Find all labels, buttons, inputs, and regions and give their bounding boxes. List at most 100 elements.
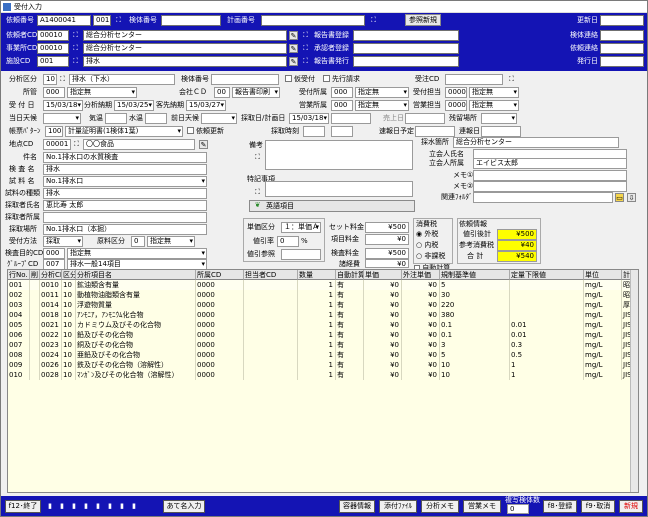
bunseki-noki-field[interactable]: 15/03/25 xyxy=(114,100,154,111)
saishu-jikoku-field[interactable] xyxy=(303,126,325,137)
saishubi-field[interactable]: 15/03/18 xyxy=(289,113,329,124)
table-row[interactable]: 006 0022 10 鉛及びその化合物 0000 1 有 ¥0 ¥0 0.1 0.01 mg/L JI… xyxy=(8,330,638,340)
shonin-field[interactable] xyxy=(353,43,459,54)
eigo-button[interactable]: 英語項目 xyxy=(249,200,415,212)
chiten-name-field[interactable]: 〇〇食品 xyxy=(83,139,195,150)
f-key-button-1[interactable]: ▮ xyxy=(45,500,55,513)
eigyo-memo-button[interactable]: 営業メモ xyxy=(463,500,501,513)
table-row[interactable]: 003001410浮遊物質量00001有¥0¥0220mg/L厚生省・建設省 xyxy=(8,300,638,310)
open-icon[interactable]: ⇩ xyxy=(627,193,636,202)
shurui-field[interactable]: 排水 xyxy=(43,188,207,199)
bunseki-name-field[interactable]: 排水（下水） xyxy=(69,74,175,85)
fukusha-field[interactable]: 0 xyxy=(507,504,529,514)
chohyo-select[interactable]: 計量証明書(1検体1葉) xyxy=(65,126,183,137)
edit-icon[interactable]: ✎ xyxy=(199,140,208,149)
table-row[interactable]: 001001010鉱油類含有量00001有¥0¥05mg/L昭和49年環境庁 xyxy=(8,280,638,290)
search-icon[interactable]: ⛶ xyxy=(301,31,310,40)
shiryo-select[interactable]: No.1排水口 xyxy=(43,176,207,187)
atena-button[interactable]: あて名入力 xyxy=(163,500,205,513)
genryo-select[interactable]: 指定無 xyxy=(147,236,195,247)
shinki-button[interactable]: 新規 xyxy=(619,500,643,513)
edit-icon[interactable]: ✎ xyxy=(289,44,298,53)
yoki-button[interactable]: 容器情報 xyxy=(339,500,375,513)
bunseki-cd-field[interactable]: 10 xyxy=(43,74,57,85)
keikaku-no-field[interactable] xyxy=(261,15,365,26)
table-row[interactable]: 005 0021 10 カドミウム及びその化合物 0000 1 有 ¥0 ¥0 0.1 0.01 mg… xyxy=(8,320,638,330)
nebiki-field[interactable]: 0 xyxy=(277,236,299,247)
saishu-basho-field[interactable]: No.1排水口（本掘） xyxy=(43,224,207,235)
binoculars-icon[interactable]: ⛶ xyxy=(253,153,262,162)
uketsuke-cd-field[interactable] xyxy=(445,74,503,85)
search-icon[interactable]: ⛶ xyxy=(71,31,80,40)
tenpu-button[interactable]: 添付ﾌｧｲﾙ xyxy=(379,500,417,513)
tanka-select[interactable]: １：単価Ａ xyxy=(281,222,321,233)
genryo-cd-field[interactable]: 0 xyxy=(131,236,145,247)
table-row[interactable]: 004 0018 10 ｱﾝﾓﾆｱ，ｱﾝﾓﾆｳﾑ化合物 0000 1 有 ¥0 ¥0 380 mg/… xyxy=(8,310,638,320)
sansho-shinki-button[interactable]: 参照新規 xyxy=(405,14,441,26)
checkbox-senko[interactable] xyxy=(323,75,330,82)
f-key-button-6[interactable]: ▮ xyxy=(105,500,115,513)
bunseki-memo-button[interactable]: 分析メモ xyxy=(421,500,459,513)
saishusha-shozoku-field[interactable] xyxy=(43,212,207,223)
search-icon[interactable]: ⛶ xyxy=(71,44,80,53)
kaisha-cd-field[interactable]: 00 xyxy=(214,87,230,98)
tachiai-shozoku-field[interactable]: エイビス太郎 xyxy=(473,158,627,169)
renraku-field[interactable] xyxy=(481,126,521,137)
kyaku-noki-field[interactable]: 15/03/27 xyxy=(186,100,226,111)
binoculars-icon[interactable]: ⛶ xyxy=(58,75,67,84)
table-row[interactable]: 007002310銅及びその化合物00001有¥0¥030.3mg/LJIS K… xyxy=(8,340,638,350)
irai-no-sub-field[interactable]: 001 xyxy=(93,15,111,26)
table-row[interactable]: 008 0024 10 亜鉛及びその化合物 0000 1 有 ¥0 ¥0 5 0.5 mg/L JIS … xyxy=(8,350,638,360)
eigyo-shozoku-select[interactable]: 指定無 xyxy=(355,100,409,111)
uketsuke-shozoku-select[interactable]: 指定無 xyxy=(355,87,409,98)
saishubi-end-field[interactable] xyxy=(331,113,371,124)
checkbox-hokyu[interactable] xyxy=(285,75,292,82)
table-row[interactable]: 002001110動植物油脂類含有量00001有¥0¥030mg/L昭和49年環… xyxy=(8,290,638,300)
edit-icon[interactable]: ✎ xyxy=(289,57,298,66)
radio-soto[interactable]: ◉ 外税 xyxy=(416,229,438,240)
toujitsu-select[interactable] xyxy=(43,113,81,124)
shozoku-cd-field[interactable]: 000 xyxy=(43,87,65,98)
uriage-field[interactable] xyxy=(405,113,445,124)
zenjitsu-select[interactable] xyxy=(201,113,237,124)
f-key-button-2[interactable]: ▮ xyxy=(57,500,67,513)
uketsuke-shozoku-cd[interactable]: 000 xyxy=(331,87,353,98)
uketsuke-tanto-cd[interactable]: 0000 xyxy=(445,87,467,98)
biko-field[interactable] xyxy=(265,140,413,170)
saishu-jikoku-end-field[interactable] xyxy=(331,126,353,137)
radio-uchi[interactable]: ○ 内税 xyxy=(416,240,438,251)
f-key-button-4[interactable]: ▮ xyxy=(81,500,91,513)
search-icon[interactable]: ⛶ xyxy=(301,44,310,53)
uketsukebi-field[interactable]: 15/03/18 xyxy=(43,100,83,111)
saisui-basho-field[interactable]: 総合分析センター xyxy=(453,137,619,148)
chohyo-cd-field[interactable]: 100 xyxy=(45,126,63,137)
kensa-select[interactable]: 指定無 xyxy=(67,248,207,259)
f9-cancel-button[interactable]: f9･取消 xyxy=(581,500,615,513)
kion-field[interactable] xyxy=(105,113,127,124)
f12-exit-button[interactable]: f12･終了 xyxy=(5,500,41,513)
kanren-field[interactable] xyxy=(473,192,613,203)
table-scrollbar[interactable] xyxy=(630,270,638,492)
eigyo-tanto-cd[interactable]: 0000 xyxy=(445,100,467,111)
iraisha-cd-field[interactable]: 00010 xyxy=(37,30,69,41)
zanryu-select[interactable] xyxy=(481,113,517,124)
f-key-button-8[interactable]: ▮ xyxy=(129,500,139,513)
edit-icon[interactable]: ✎ xyxy=(289,31,298,40)
kentai-no-field[interactable] xyxy=(161,15,221,26)
suion-field[interactable] xyxy=(145,113,167,124)
sokuhobi-field[interactable] xyxy=(415,126,455,137)
radio-hi[interactable]: ○ 非課税 xyxy=(416,251,445,262)
shozoku-select[interactable]: 指定無 xyxy=(67,87,137,98)
chiten-cd-field[interactable]: 00001 xyxy=(43,139,71,150)
checkbox-irai-koushin[interactable] xyxy=(187,127,194,134)
f8-register-button[interactable]: f8･登録 xyxy=(543,500,577,513)
nebiki-sansho-field[interactable] xyxy=(281,249,321,260)
kentai-no-form-field[interactable] xyxy=(211,74,279,85)
binoculars-icon[interactable]: ⛶ xyxy=(72,140,81,149)
table-row[interactable]: 009 0026 10 鉄及びその化合物（溶解性） 0000 1 有 ¥0 ¥0 10 1 mg/L J… xyxy=(8,360,638,370)
binoculars-icon[interactable]: ⛶ xyxy=(253,188,262,197)
folder-icon[interactable]: ▭ xyxy=(615,193,624,202)
uketsuke-tanto-select[interactable]: 指定無 xyxy=(469,87,519,98)
saishusha-field[interactable]: 恵比寿 太郎 xyxy=(43,200,207,211)
binoculars-icon[interactable]: ⛶ xyxy=(507,75,516,84)
